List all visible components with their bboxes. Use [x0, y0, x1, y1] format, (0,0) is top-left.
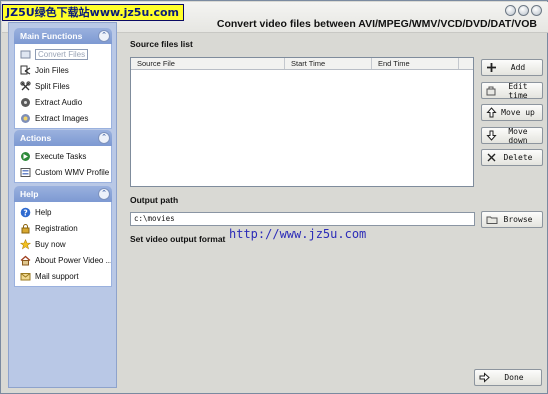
sidebar-item-split-files[interactable]: Split Files: [15, 78, 111, 94]
watermark-url: http://www.jz5u.com: [229, 227, 367, 241]
arrow-right-icon: [478, 371, 491, 384]
window-controls: [505, 5, 542, 16]
app-window: JZ5U绿色下载站www.jz5u.com Convert video file…: [0, 0, 548, 394]
move-down-button-label: Move down: [508, 126, 528, 145]
section-header[interactable]: Actions ⌃: [14, 130, 112, 146]
add-button[interactable]: Add: [481, 59, 543, 76]
output-path-label: Output path: [130, 195, 179, 205]
sidebar-item-join-files[interactable]: Join Files: [15, 62, 111, 78]
watermark-banner: JZ5U绿色下载站www.jz5u.com: [2, 4, 184, 21]
sidebar-item-mail-support[interactable]: Mail support: [15, 268, 111, 284]
sidebar-item-registration[interactable]: Registration: [15, 220, 111, 236]
profile-icon: [20, 167, 31, 178]
move-down-button[interactable]: Move down: [481, 126, 543, 145]
sidebar-item-label: Extract Images: [35, 113, 89, 123]
buy-icon: [20, 238, 31, 250]
minimize-button[interactable]: [505, 5, 516, 16]
registration-icon: [20, 223, 31, 234]
done-button-label: Done: [504, 373, 524, 382]
sidebar-item-about[interactable]: About Power Video ...: [15, 252, 111, 268]
arrow-down-icon: [485, 129, 498, 142]
mail-icon: [20, 271, 31, 282]
sidebar-item-label: Execute Tasks: [35, 151, 87, 161]
sidebar-item-label: Help: [35, 207, 52, 217]
maximize-button[interactable]: [518, 5, 529, 16]
sidebar-item-extract-audio[interactable]: Extract Audio: [15, 94, 111, 110]
move-up-button-label: Move up: [501, 108, 535, 117]
video-output-format-label: Set video output format: [130, 234, 226, 244]
close-icon: [485, 151, 498, 164]
add-button-label: Add: [510, 63, 526, 72]
help-icon: ?: [20, 207, 31, 218]
sidebar-item-label: Extract Audio: [35, 97, 83, 107]
home-icon: [20, 255, 31, 266]
sidebar-item-buy-now[interactable]: Buy now: [15, 236, 111, 252]
split-icon: [20, 80, 31, 92]
sidebar-item-label: Split Files: [35, 81, 70, 91]
column-header-start-time[interactable]: Start Time: [285, 58, 372, 69]
delete-button[interactable]: Delete: [481, 149, 543, 166]
plus-icon: [485, 61, 498, 74]
section-help: Help ⌃ ? Help Registration Buy now About…: [14, 186, 112, 287]
sidebar-item-help[interactable]: ? Help: [15, 204, 111, 220]
section-header[interactable]: Help ⌃: [14, 186, 112, 202]
section-title: Main Functions: [20, 31, 83, 41]
sidebar-item-execute-tasks[interactable]: Execute Tasks: [15, 148, 111, 164]
folder-icon: [485, 213, 498, 226]
image-icon: [20, 113, 31, 124]
edit-time-button-label: Edit time: [508, 81, 528, 100]
sidebar-item-convert-files[interactable]: Convert Files: [15, 46, 111, 62]
execute-icon: [20, 151, 31, 162]
audio-icon: [20, 97, 31, 108]
section-header[interactable]: Main Functions ⌃: [14, 28, 112, 44]
list-header: Source File Start Time End Time: [131, 58, 473, 70]
section-title: Actions: [20, 133, 52, 143]
section-title: Help: [20, 189, 39, 199]
collapse-icon[interactable]: ⌃: [98, 30, 110, 42]
sidebar: Main Functions ⌃ Convert Files Join File…: [8, 22, 117, 388]
source-files-list[interactable]: Source File Start Time End Time: [130, 57, 474, 187]
sidebar-item-custom-wmv-profile[interactable]: Custom WMV Profile: [15, 164, 111, 180]
close-button[interactable]: [531, 5, 542, 16]
sidebar-item-label: Convert Files: [35, 48, 89, 60]
sidebar-item-label: Buy now: [35, 239, 66, 249]
section-actions: Actions ⌃ Execute Tasks Custom WMV Profi…: [14, 130, 112, 183]
edit-time-button[interactable]: Edit time: [481, 81, 543, 100]
sidebar-item-label: Custom WMV Profile: [35, 167, 110, 177]
collapse-icon[interactable]: ⌃: [98, 188, 110, 200]
join-icon: [20, 65, 31, 76]
section-main-functions: Main Functions ⌃ Convert Files Join File…: [14, 28, 112, 129]
browse-button-label: Browse: [503, 215, 533, 224]
output-path-input[interactable]: c:\movies: [130, 212, 475, 226]
edit-icon: [485, 84, 498, 97]
source-files-label: Source files list: [130, 39, 193, 49]
arrow-up-icon: [485, 106, 498, 119]
app-title: Convert video files between AVI/MPEG/WMV…: [216, 18, 537, 30]
collapse-icon[interactable]: ⌃: [98, 132, 110, 144]
move-up-button[interactable]: Move up: [481, 104, 543, 121]
sidebar-item-label: Mail support: [35, 271, 79, 281]
column-header-spacer: [459, 58, 473, 69]
sidebar-item-label: Join Files: [35, 65, 69, 75]
sidebar-item-extract-images[interactable]: Extract Images: [15, 110, 111, 126]
done-button[interactable]: Done: [474, 369, 542, 386]
delete-button-label: Delete: [503, 153, 533, 162]
convert-icon: [20, 49, 31, 60]
sidebar-item-label: About Power Video ...: [35, 255, 111, 265]
browse-button[interactable]: Browse: [481, 211, 543, 228]
sidebar-item-label: Registration: [35, 223, 78, 233]
column-header-source-file[interactable]: Source File: [131, 58, 285, 69]
column-header-end-time[interactable]: End Time: [372, 58, 459, 69]
svg-text:?: ?: [23, 208, 27, 217]
